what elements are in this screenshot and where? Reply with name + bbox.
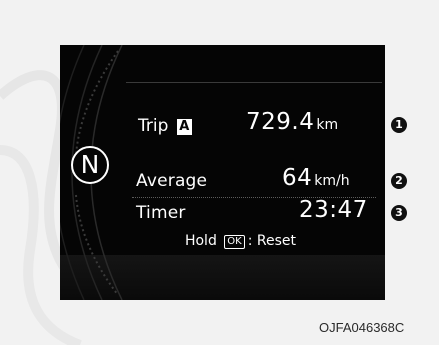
trip-a-badge: A (176, 119, 192, 135)
timer-value-group: 23:47 (299, 197, 368, 223)
callout-3: 3 (391, 205, 407, 221)
average-value-group: 64 km/h (282, 165, 350, 191)
trip-label-group: Trip A (138, 116, 192, 136)
average-value: 64 (282, 165, 313, 191)
timer-label: Timer (136, 203, 186, 223)
ok-button-icon: OK (224, 235, 245, 249)
manual-figure: N Trip A 729.4 km Average 64 km/h Timer 23… (0, 0, 439, 345)
average-label: Average (136, 171, 208, 191)
callout-2: 2 (391, 173, 407, 189)
top-divider (126, 82, 382, 83)
trip-value-group: 729.4 km (246, 109, 338, 135)
reset-instruction: Hold OK: Reset (60, 233, 385, 249)
gear-indicator: N (71, 146, 109, 184)
reset-hold-text: Hold (184, 233, 217, 249)
reset-text: : Reset (247, 233, 297, 249)
figure-code: OJFA046368C (319, 320, 405, 335)
timer-value: 23:47 (299, 197, 368, 223)
callout-1: 1 (391, 117, 407, 133)
average-unit: km/h (314, 173, 350, 189)
trip-label: Trip (138, 116, 169, 136)
trip-unit: km (316, 117, 339, 133)
instrument-cluster-display: N Trip A 729.4 km Average 64 km/h Timer 23… (60, 45, 385, 300)
trip-value: 729.4 (246, 109, 315, 135)
